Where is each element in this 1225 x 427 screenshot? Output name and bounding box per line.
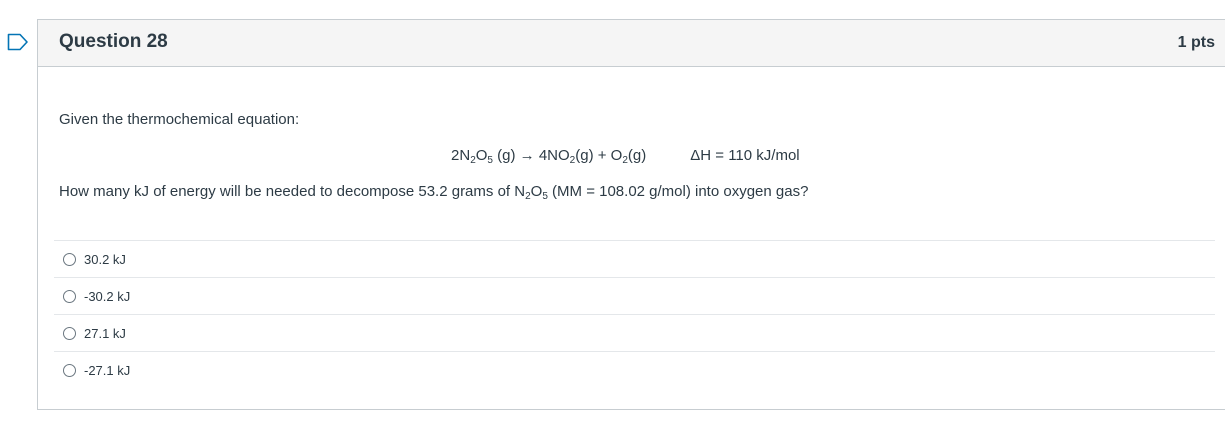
prompt-text: How many kJ of energy will be needed to … [59,183,526,200]
answer-label: 30.2 kJ [84,251,126,267]
question-card: Question 28 1 pts Given the thermochemic… [37,19,1225,410]
question-intro: Given the thermochemical equation: [59,111,300,128]
answer-option[interactable]: 30.2 kJ [54,240,1215,277]
thermochemical-equation: 2N2O5 (g) → 4NO2(g) + O2(g) ΔH = 110 kJ/m… [451,147,800,166]
prompt-text: (MM = 108.02 g/mol) into oxygen gas? [547,183,809,200]
question-title: Question 28 [59,31,168,52]
radio-button[interactable] [63,363,76,377]
radio-button[interactable] [63,289,76,303]
equation-text: (g) → 4NO [492,147,570,164]
flag-question-icon[interactable] [7,33,29,51]
answer-option[interactable]: 27.1 kJ [54,314,1215,351]
answer-option[interactable]: -27.1 kJ [54,351,1215,388]
answer-list: 30.2 kJ -30.2 kJ 27.1 kJ -27.1 kJ [54,240,1215,388]
equation-text: 2N [451,147,471,164]
equation-text: O [475,147,488,164]
enthalpy-change: ΔH = 110 kJ/mol [690,147,800,164]
answer-option[interactable]: -30.2 kJ [54,277,1215,314]
question-prompt: How many kJ of energy will be needed to … [59,183,809,202]
prompt-text: O [530,183,543,200]
radio-button[interactable] [63,252,76,266]
answer-label: 27.1 kJ [84,325,126,341]
equation-text: (g) [627,147,647,164]
equation-text: (g) + O [575,147,623,164]
answer-label: -27.1 kJ [84,362,131,378]
answer-label: -30.2 kJ [84,288,131,304]
question-header: Question 28 1 pts [38,20,1225,67]
radio-button[interactable] [63,326,76,340]
question-points: 1 pts [1177,34,1215,51]
